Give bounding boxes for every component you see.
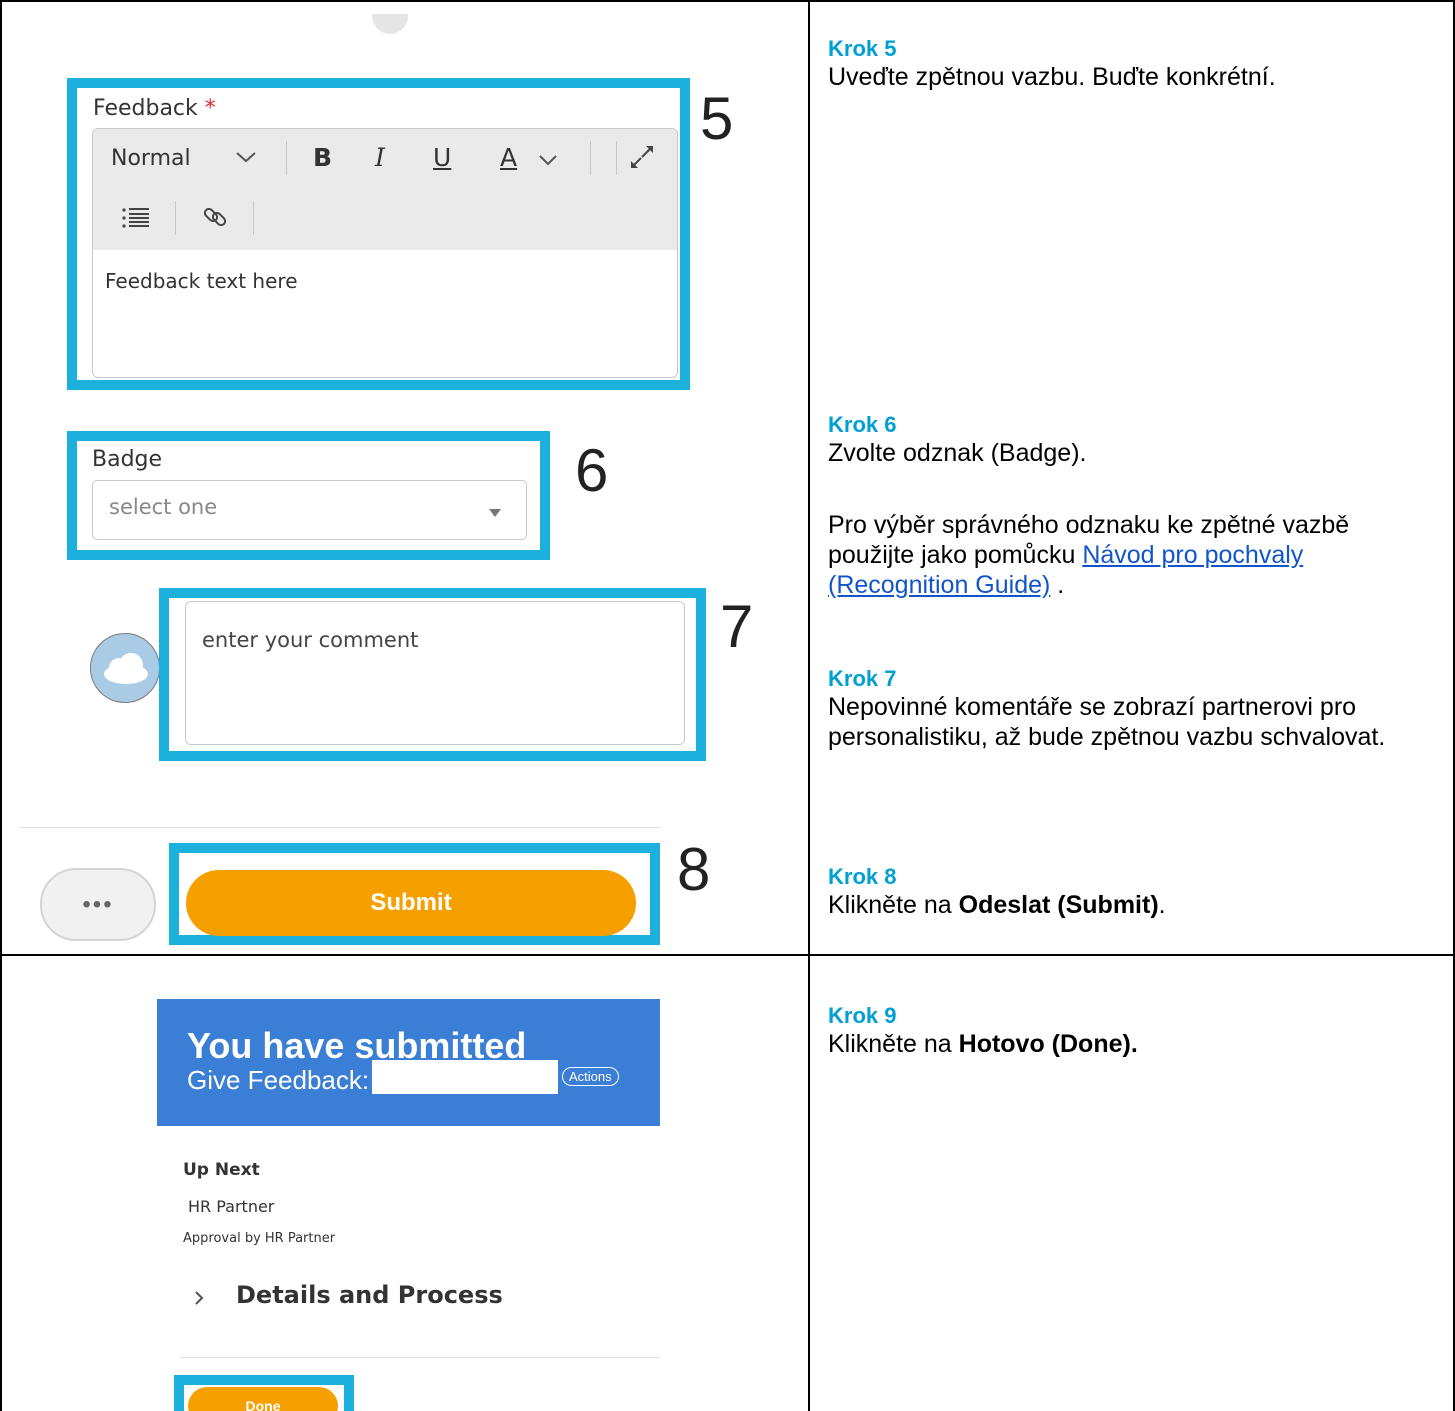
step-marker-8: 8 [677, 836, 711, 903]
confirmation-banner: You have submitted Give Feedback: Action… [157, 999, 660, 1126]
text-style-select[interactable]: Normal [111, 146, 191, 171]
feedback-text-value[interactable]: Feedback text here [105, 269, 298, 293]
confirmation-divider [180, 1357, 660, 1358]
link-icon[interactable] [201, 203, 229, 235]
step-9-text-pre: Klikněte na [828, 1030, 959, 1058]
chevron-right-icon[interactable] [193, 1290, 205, 1311]
up-next-item: HR Partner [188, 1197, 275, 1216]
step-9-title: Krok 9 [828, 1003, 897, 1028]
step-8-text-bold: Odeslat (Submit) [958, 891, 1159, 919]
badge-select-placeholder: select one [109, 495, 218, 519]
comment-placeholder: enter your comment [202, 628, 419, 652]
top-partial-avatar [372, 14, 408, 34]
details-and-process-toggle[interactable]: Details and Process [236, 1281, 503, 1309]
step-6-paragraph-post: . [1050, 571, 1065, 599]
step-8-text-post: . [1158, 891, 1166, 919]
dropdown-arrow-icon [488, 505, 502, 523]
feedback-label-text: Feedback [93, 96, 198, 121]
bold-button[interactable]: B [313, 143, 332, 172]
more-actions-button[interactable]: ••• [40, 868, 156, 941]
actions-button[interactable]: Actions [562, 1067, 619, 1086]
table-top-border [0, 0, 1455, 2]
step-7-text: Nepovinné komentáře se zobrazí partnerov… [828, 693, 1386, 751]
toolbar-divider [616, 141, 617, 175]
step-7-title: Krok 7 [828, 666, 897, 691]
step-9-text: Klikněte na Hotovo (Done). [828, 1029, 1428, 1059]
step-8-text-pre: Klikněte na [828, 891, 959, 919]
required-marker: * [204, 96, 216, 121]
underline-button[interactable]: U [433, 143, 451, 172]
table-row-divider [0, 954, 1455, 956]
step-5-title: Krok 5 [828, 36, 897, 61]
done-button[interactable]: Done [188, 1387, 338, 1411]
submit-button[interactable]: Submit [186, 870, 636, 936]
toolbar-divider [286, 141, 287, 175]
chevron-down-icon[interactable] [538, 151, 558, 170]
expand-icon[interactable] [628, 143, 656, 175]
step-5-text: Uveďte zpětnou vazbu. Buďte konkrétní. [828, 63, 1276, 91]
step-marker-6: 6 [575, 437, 609, 504]
toolbar-divider [175, 201, 176, 235]
up-next-subtext: Approval by HR Partner [183, 1231, 336, 1246]
redacted-name [372, 1060, 558, 1094]
step-8-title: Krok 8 [828, 864, 897, 889]
up-next-label: Up Next [183, 1160, 260, 1180]
step-6-text: Zvolte odznak (Badge). [828, 439, 1087, 467]
feedback-rich-text-editor[interactable]: Normal B I U A Feedback text here [92, 128, 678, 378]
bulleted-list-icon[interactable] [121, 205, 151, 235]
step-9-text-bold: Hotovo (Done). [958, 1030, 1138, 1058]
comment-textarea[interactable]: enter your comment [185, 601, 685, 745]
cloud-avatar-icon [90, 633, 160, 703]
font-color-button[interactable]: A [500, 143, 517, 172]
rte-toolbar: Normal B I U A [93, 129, 677, 250]
step-8-text: Klikněte na Odeslat (Submit). [828, 890, 1428, 920]
chevron-down-icon[interactable] [235, 149, 257, 168]
toolbar-divider [253, 201, 254, 235]
table-left-border [0, 0, 2, 1411]
italic-button[interactable]: I [375, 143, 385, 172]
badge-select[interactable]: select one [92, 480, 527, 540]
toolbar-divider [590, 141, 591, 175]
step-marker-5: 5 [700, 85, 734, 152]
confirmation-subtitle: Give Feedback: [187, 1065, 370, 1095]
step-marker-7: 7 [720, 593, 754, 660]
footer-divider [20, 827, 660, 828]
badge-label: Badge [92, 447, 163, 472]
step-6-paragraph: Pro výběr správného odznaku ke zpětné va… [828, 510, 1428, 600]
step-6-title: Krok 6 [828, 412, 897, 437]
feedback-label: Feedback * [93, 96, 216, 121]
table-column-divider [808, 0, 810, 1411]
